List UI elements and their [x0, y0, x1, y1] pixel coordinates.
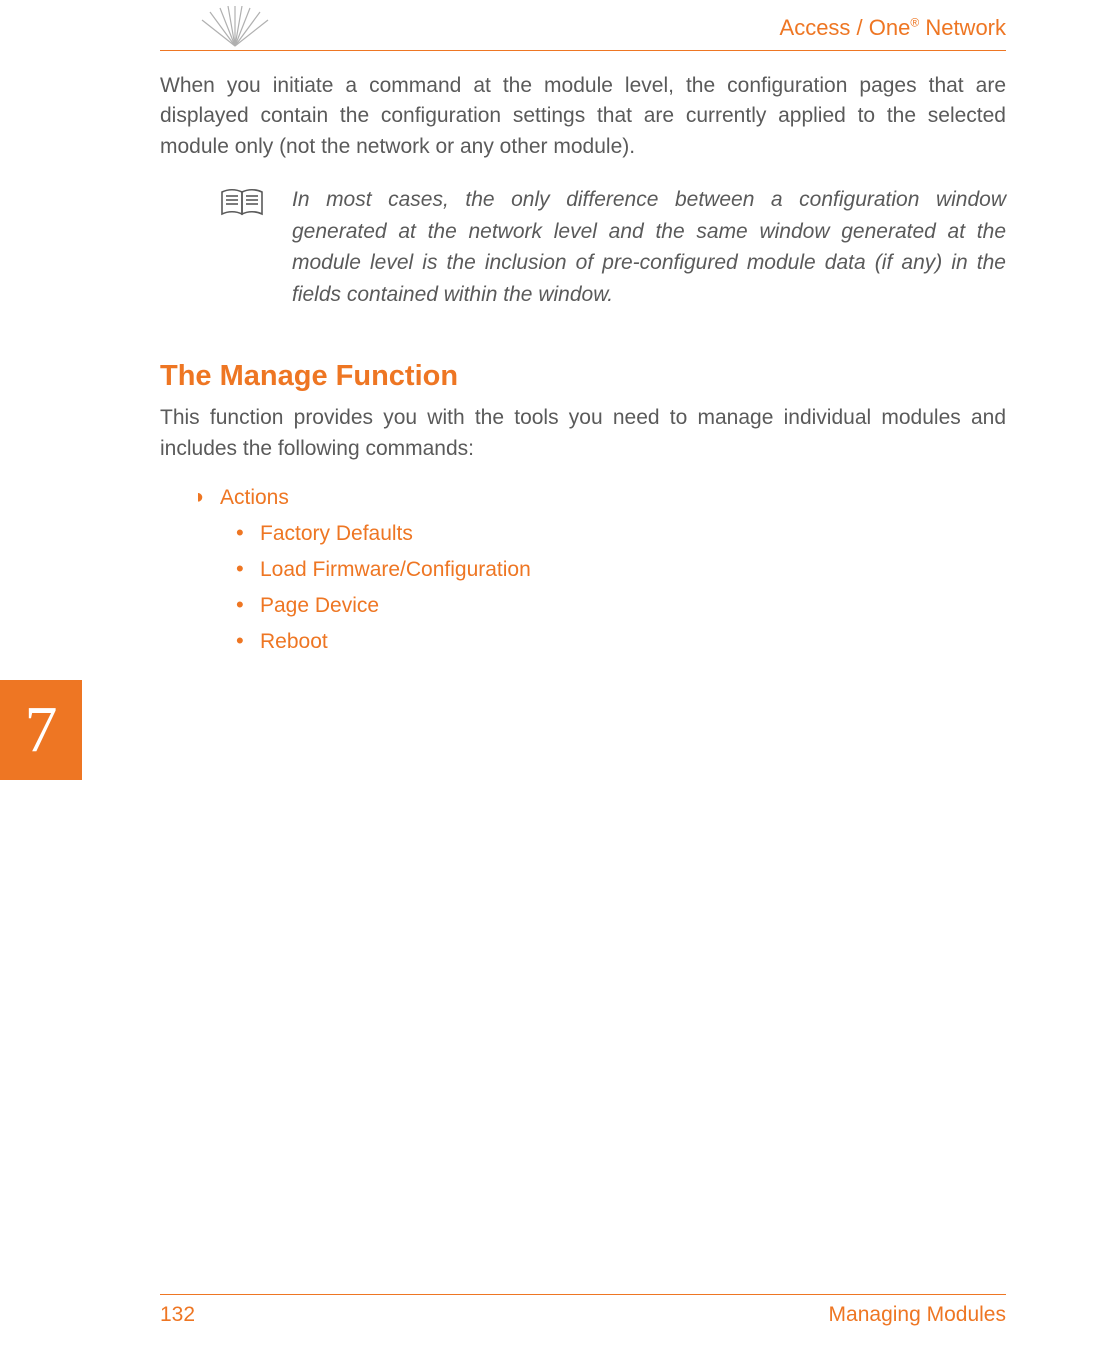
list-item: Load Firmware/Configuration: [236, 558, 1006, 582]
page-number: 132: [160, 1303, 195, 1327]
book-icon: [220, 188, 264, 218]
list-item: Reboot: [236, 630, 1006, 654]
actions-sublist: Factory Defaults Load Firmware/Configura…: [236, 522, 1006, 654]
logo-icon: [200, 6, 270, 48]
list-item: Page Device: [236, 594, 1006, 618]
page-footer: 132 Managing Modules: [160, 1294, 1006, 1327]
list-item-actions: Actions Factory Defaults Load Firmware/C…: [194, 486, 1006, 654]
header-divider: [160, 50, 1006, 51]
section-intro: This function provides you with the tool…: [160, 403, 1006, 464]
header-title: Access / One® Network: [780, 15, 1006, 41]
footer-divider: [160, 1294, 1006, 1295]
chapter-tab: 7: [0, 680, 82, 780]
note-block: In most cases, the only difference betwe…: [220, 184, 1006, 310]
list-item-label: Actions: [220, 486, 289, 509]
footer-section-name: Managing Modules: [829, 1303, 1006, 1327]
note-text: In most cases, the only difference betwe…: [292, 184, 1006, 310]
document-page: Access / One® Network When you initiate …: [0, 0, 1096, 1361]
intro-paragraph: When you initiate a command at the modul…: [160, 71, 1006, 162]
page-header: Access / One® Network: [160, 20, 1006, 50]
list-item: Factory Defaults: [236, 522, 1006, 546]
section-heading: The Manage Function: [160, 360, 1006, 393]
command-list: Actions Factory Defaults Load Firmware/C…: [194, 486, 1006, 654]
